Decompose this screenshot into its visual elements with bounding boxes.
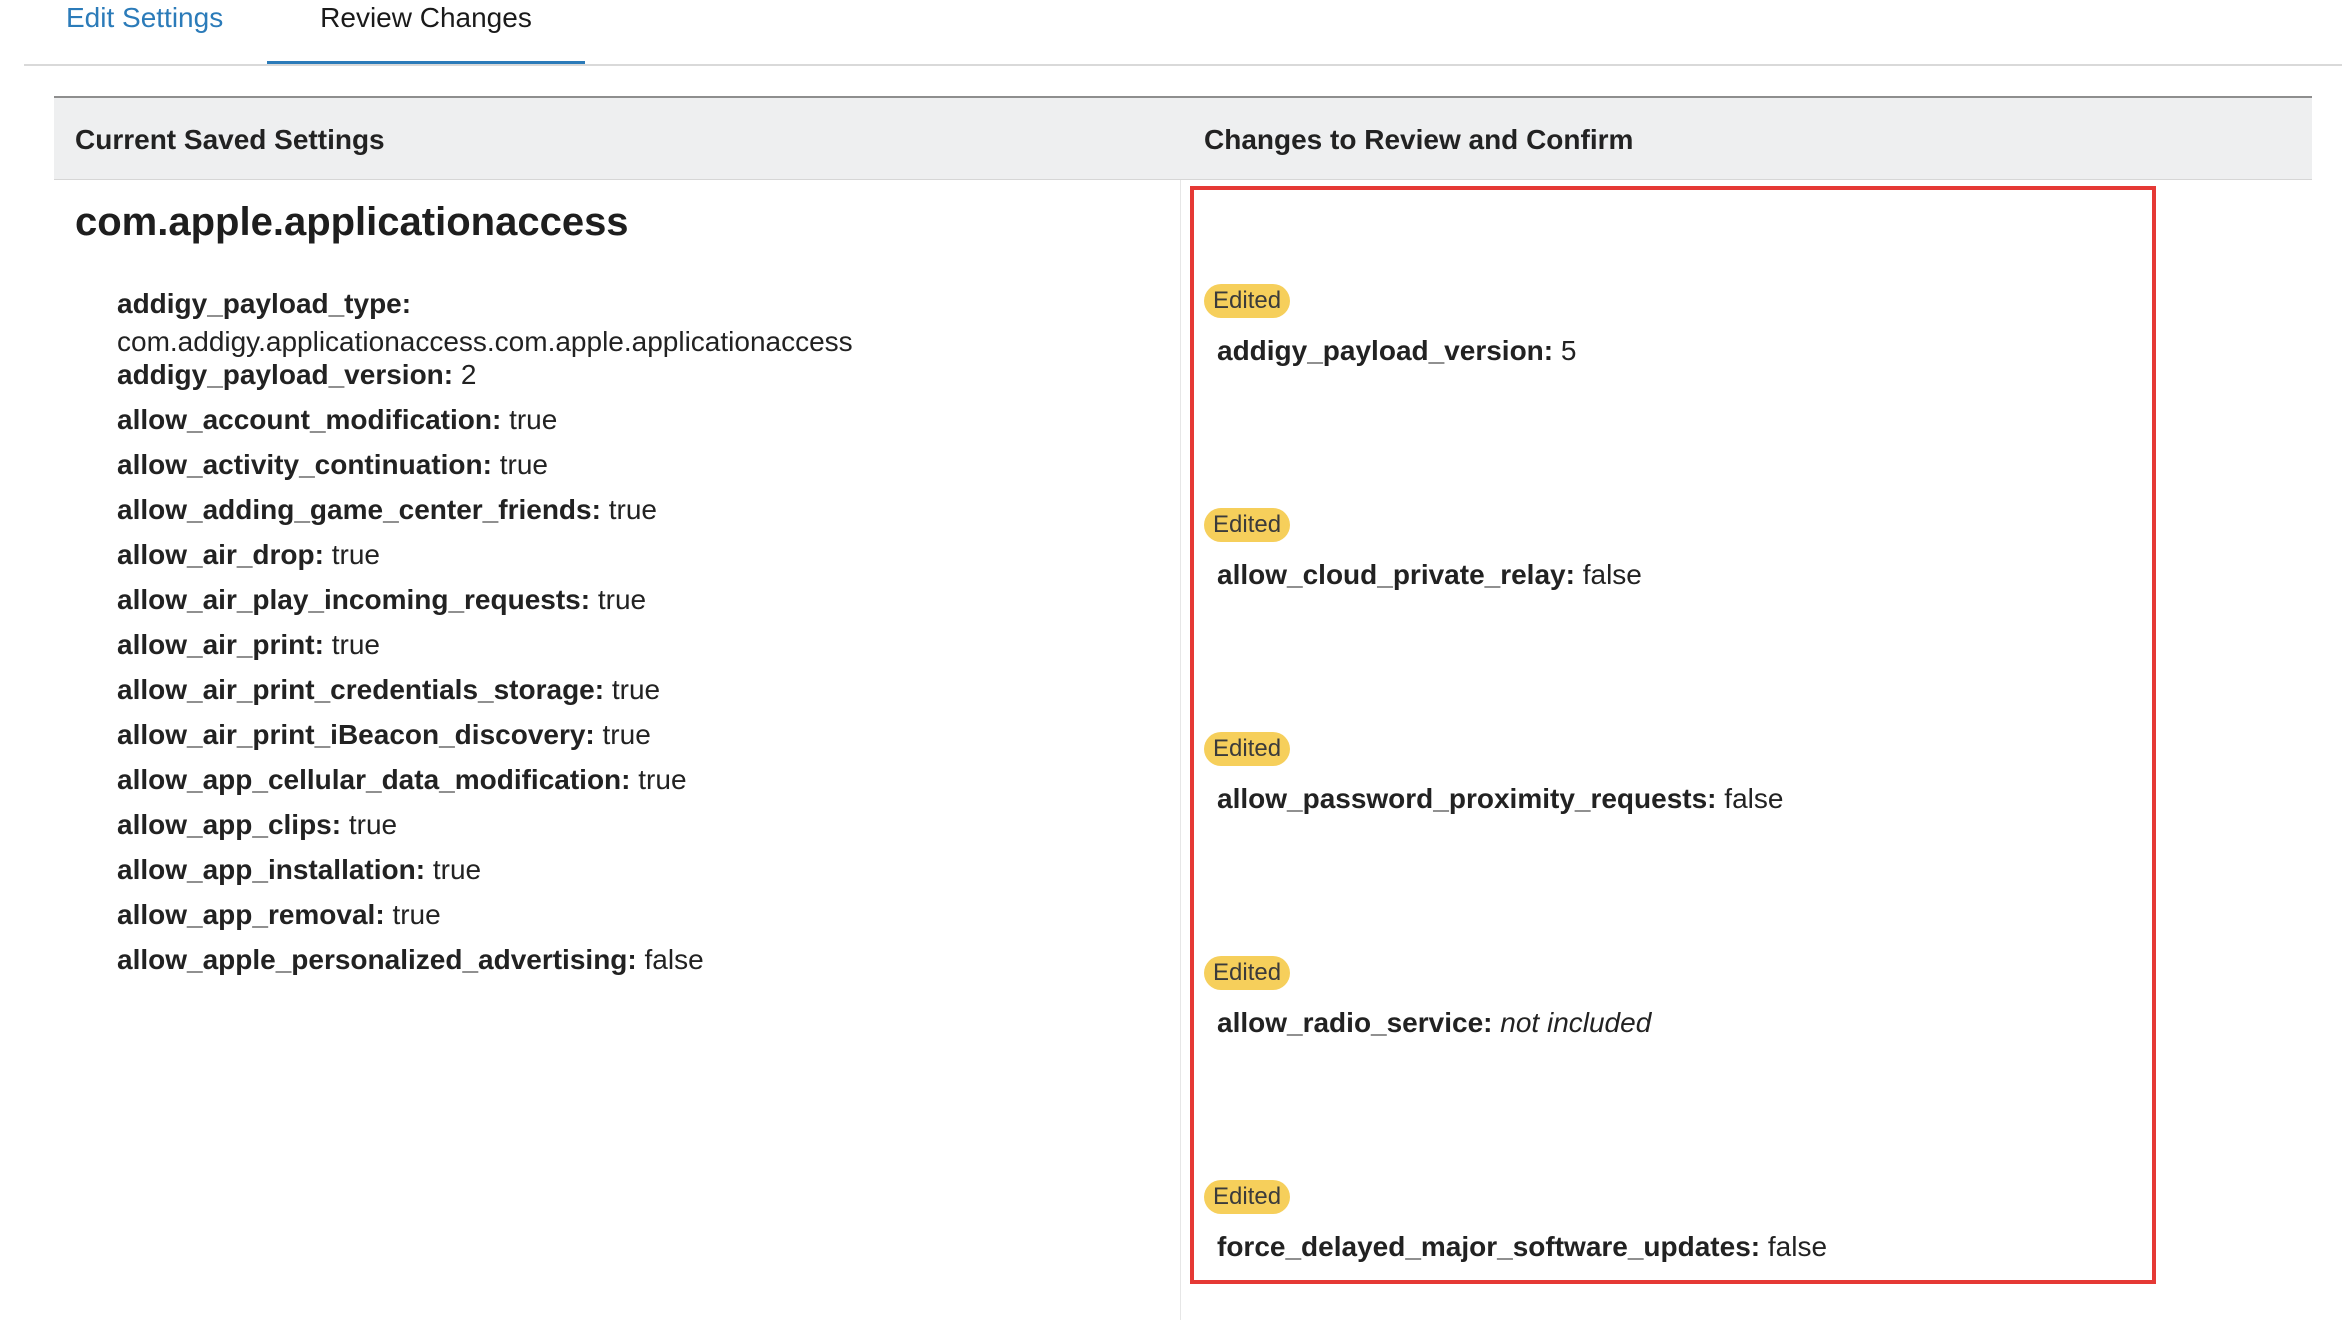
setting-value: true [331, 629, 380, 660]
tab-bar: Edit Settings Review Changes [24, 0, 2342, 66]
setting-key: allow_app_cellular_data_modification: [117, 764, 631, 795]
settings-comparison-table: Current Saved Settings Changes to Review… [54, 96, 2312, 1320]
setting-key: allow_account_modification: [117, 404, 502, 435]
setting-key: addigy_payload_version: [117, 359, 454, 390]
edited-badge: Edited [1204, 508, 1291, 542]
setting-key: allow_air_play_incoming_requests: [117, 584, 591, 615]
edited-badge: Edited [1204, 956, 1291, 990]
change-item: Edited allow_cloud_private_relay: false [1204, 508, 2144, 594]
setting-value: true [392, 899, 441, 930]
setting-row: allow_air_play_incoming_requests: true [117, 581, 1157, 619]
change-value: 5 [1560, 335, 1577, 366]
change-value: false [1724, 783, 1784, 814]
setting-row: allow_app_removal: true [117, 896, 1157, 934]
setting-key: allow_adding_game_center_friends: [117, 494, 601, 525]
change-item: Edited allow_password_proximity_requests… [1204, 732, 2144, 818]
setting-value: true [638, 764, 687, 795]
setting-key: allow_air_print_iBeacon_discovery: [117, 719, 595, 750]
setting-key: allow_activity_continuation: [117, 449, 492, 480]
change-line: allow_password_proximity_requests: false [1217, 780, 2144, 818]
setting-value: 2 [460, 359, 477, 390]
setting-key: allow_air_print_credentials_storage: [117, 674, 605, 705]
change-item: Edited allow_radio_service: not included [1204, 956, 2144, 1042]
setting-value: true [509, 404, 558, 435]
setting-key: allow_app_installation: [117, 854, 426, 885]
setting-value: true [331, 539, 380, 570]
setting-value: true [499, 449, 548, 480]
setting-row: allow_air_print_iBeacon_discovery: true [117, 716, 1157, 754]
setting-row: addigy_payload_type: com.addigy.applicat… [117, 285, 1157, 361]
setting-row: allow_adding_game_center_friends: true [117, 491, 1157, 529]
setting-row: allow_app_cellular_data_modification: tr… [117, 761, 1157, 799]
setting-row: allow_air_drop: true [117, 536, 1157, 574]
change-value: false [1582, 559, 1642, 590]
setting-value: true [608, 494, 657, 525]
edited-badge: Edited [1204, 1180, 1291, 1214]
setting-value: true [432, 854, 482, 885]
setting-key: allow_apple_personalized_advertising: [117, 944, 637, 975]
setting-row: allow_apple_personalized_advertising: fa… [117, 941, 1157, 979]
table-header: Current Saved Settings Changes to Review… [54, 96, 2312, 180]
tab-review-changes[interactable]: Review Changes [267, 0, 585, 64]
current-settings-header: Current Saved Settings [75, 124, 385, 155]
setting-key: addigy_payload_type: [117, 288, 412, 319]
change-item: Edited force_delayed_major_software_upda… [1204, 1180, 2144, 1266]
setting-row: addigy_payload_version: 2 [117, 356, 1157, 394]
setting-key: allow_air_print: [117, 629, 324, 660]
tab-edit-settings[interactable]: Edit Settings [66, 0, 223, 64]
change-line: force_delayed_major_software_updates: fa… [1217, 1228, 2144, 1266]
setting-row: allow_account_modification: true [117, 401, 1157, 439]
change-line: allow_radio_service: not included [1217, 1004, 2144, 1042]
setting-row: allow_air_print_credentials_storage: tru… [117, 671, 1157, 709]
setting-value: true [597, 584, 647, 615]
change-item: Edited addigy_payload_version: 5 [1204, 284, 2144, 370]
setting-key: allow_app_clips: [117, 809, 342, 840]
change-key: allow_radio_service: [1217, 1007, 1493, 1038]
setting-value: true [611, 674, 661, 705]
change-key: allow_cloud_private_relay: [1217, 559, 1575, 590]
edited-badge: Edited [1204, 284, 1291, 318]
change-key: force_delayed_major_software_updates: [1217, 1231, 1761, 1262]
setting-value: true [348, 809, 398, 840]
payload-domain-title: com.apple.applicationaccess [75, 200, 629, 244]
changes-header: Changes to Review and Confirm [1204, 124, 1634, 155]
setting-key: allow_air_drop: [117, 539, 324, 570]
setting-value: true [602, 719, 651, 750]
column-divider [1180, 180, 1181, 1320]
setting-key: allow_app_removal: [117, 899, 385, 930]
edited-badge: Edited [1204, 732, 1291, 766]
change-value: false [1767, 1231, 1828, 1262]
change-key: allow_password_proximity_requests: [1217, 783, 1717, 814]
setting-row: allow_air_print: true [117, 626, 1157, 664]
change-key: addigy_payload_version: [1217, 335, 1554, 366]
change-line: allow_cloud_private_relay: false [1217, 556, 2144, 594]
setting-row: allow_app_clips: true [117, 806, 1157, 844]
change-line: addigy_payload_version: 5 [1217, 332, 2144, 370]
change-value: not included [1500, 1007, 1652, 1038]
setting-value: false [644, 944, 704, 975]
setting-row: allow_app_installation: true [117, 851, 1157, 889]
setting-row: allow_activity_continuation: true [117, 446, 1157, 484]
